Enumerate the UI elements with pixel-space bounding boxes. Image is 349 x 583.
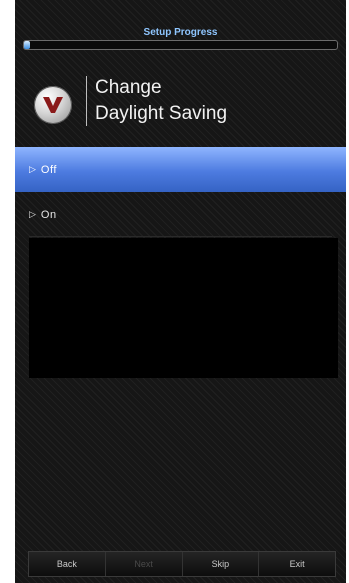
option-label: On	[40, 208, 57, 221]
exit-button[interactable]: Exit	[259, 552, 335, 576]
next-button[interactable]: Next	[106, 552, 183, 576]
option-list: ▷ Off ▷ On	[15, 147, 346, 237]
vizio-v-logo-icon	[34, 86, 72, 124]
content-panel	[29, 238, 338, 378]
divider	[29, 236, 332, 237]
page-title-line1: Change	[95, 77, 162, 98]
setup-progress: Setup Progress	[23, 27, 338, 51]
title-divider	[86, 76, 87, 126]
chevron-right-icon: ▷	[29, 164, 36, 174]
page-title: Change Daylight Saving	[95, 75, 227, 127]
progress-bar	[23, 40, 338, 50]
back-button[interactable]: Back	[29, 552, 106, 576]
page-title-line2: Daylight Saving	[95, 103, 228, 124]
tv-setup-screen: Setup Progress Change Daylight Saving ▷ …	[15, 0, 346, 583]
progress-label: Setup Progress	[143, 27, 218, 38]
chevron-right-icon: ▷	[29, 209, 36, 219]
option-off[interactable]: ▷ Off	[15, 147, 346, 192]
navigation-bar: Back Next Skip Exit	[28, 551, 336, 577]
option-on[interactable]: ▷ On	[15, 192, 346, 237]
progress-bar-fill	[24, 41, 31, 49]
skip-button[interactable]: Skip	[183, 552, 260, 576]
option-label: Off	[40, 163, 57, 176]
